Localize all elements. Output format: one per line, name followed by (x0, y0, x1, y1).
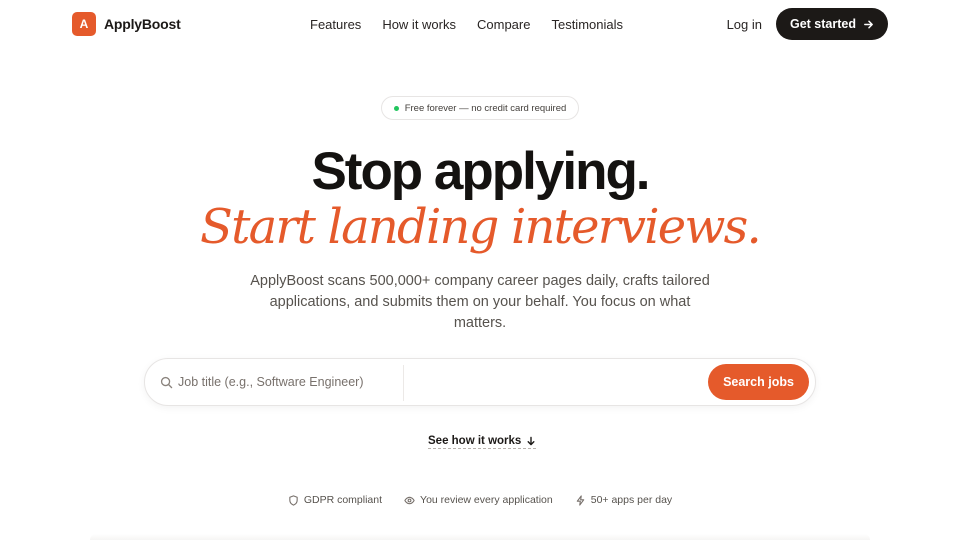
trust-item-gdpr: GDPR compliant (288, 494, 382, 506)
status-dot-icon (393, 105, 399, 111)
trust-item-apps: 50+ apps per day (575, 494, 672, 506)
hero-headline-accent: Start landing interviews. (200, 199, 762, 255)
brand-name: ApplyBoost (104, 16, 181, 32)
get-started-label: Get started (790, 17, 856, 31)
shield-icon (289, 494, 298, 506)
hero-headline: Stop applying. (311, 142, 650, 201)
job-search-bar: Search jobs (144, 358, 816, 406)
search-icon (160, 376, 173, 389)
lightning-icon (576, 494, 584, 506)
hero-subtitle: ApplyBoost scans 500,000+ company career… (250, 273, 710, 331)
nav-link-features[interactable]: Features (310, 17, 361, 32)
nav-actions: Log in Get started (727, 8, 888, 40)
next-section-edge (90, 534, 870, 540)
nav-links: Features How it works Compare Testimonia… (310, 17, 623, 32)
arrow-right-icon (864, 20, 873, 28)
free-badge: Free forever — no credit card required (381, 96, 579, 120)
location-input[interactable] (415, 369, 715, 395)
see-how-label: See how it works (428, 435, 522, 447)
brand-logo[interactable]: A ApplyBoost (72, 12, 181, 36)
arrow-down-icon (527, 436, 535, 446)
search-divider (403, 365, 404, 401)
login-link[interactable]: Log in (727, 17, 762, 32)
nav-link-testimonials[interactable]: Testimonials (551, 17, 623, 32)
get-started-button[interactable]: Get started (776, 8, 888, 40)
nav-link-how-it-works[interactable]: How it works (382, 17, 456, 32)
eye-icon (404, 496, 415, 504)
landing-page: A ApplyBoost Features How it works Compa… (0, 0, 960, 540)
search-jobs-button[interactable]: Search jobs (708, 364, 809, 400)
trust-label-gdpr: GDPR compliant (303, 494, 383, 506)
top-nav: A ApplyBoost Features How it works Compa… (72, 8, 888, 40)
trust-row: GDPR compliant You review every applicat… (0, 494, 960, 506)
trust-label-apps: 50+ apps per day (590, 494, 673, 506)
job-title-input[interactable] (178, 369, 398, 395)
trust-item-review: You review every application (404, 494, 553, 506)
badge-text: Free forever — no credit card required (404, 102, 567, 114)
logo-mark: A (72, 12, 96, 36)
trust-label-review: You review every application (420, 494, 553, 506)
nav-link-compare[interactable]: Compare (477, 17, 530, 32)
see-how-it-works-link[interactable]: See how it works (428, 435, 537, 449)
